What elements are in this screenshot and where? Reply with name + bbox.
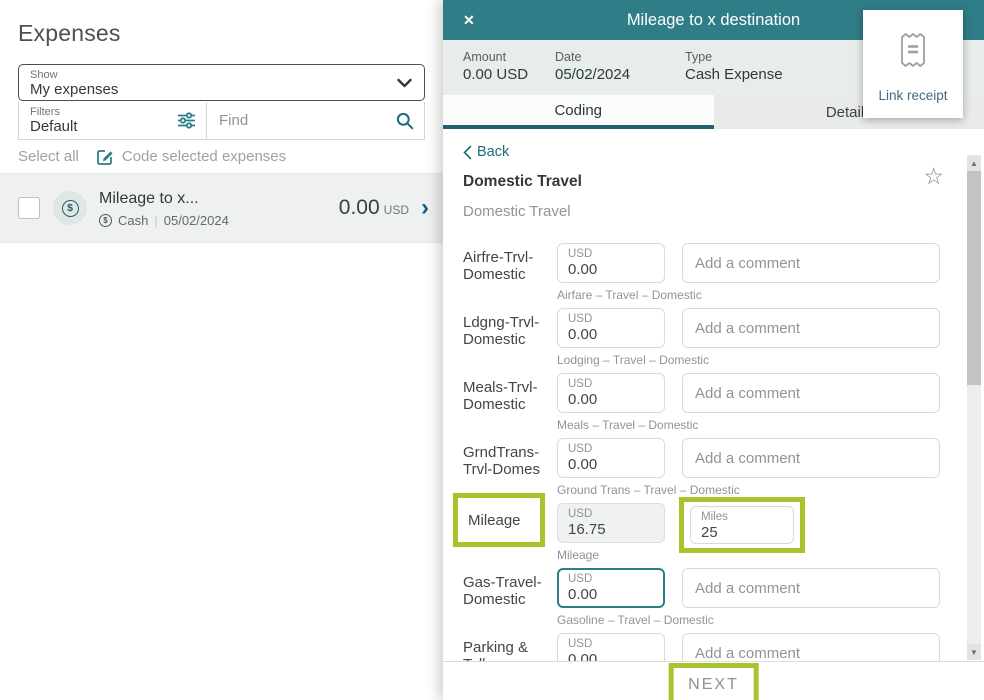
summary-type: Type Cash Expense	[685, 49, 783, 95]
back-label: Back	[477, 144, 509, 160]
amount-input-readonly: USD 16.75	[557, 503, 665, 543]
comment-input[interactable]	[682, 438, 940, 478]
category-title: Domestic Travel	[463, 173, 940, 193]
scrollbar-down-arrow[interactable]: ▼	[967, 644, 981, 660]
mileage-label-highlight: Mileage	[453, 493, 545, 547]
filters-value: Default	[30, 118, 176, 135]
show-dropdown-value: My expenses	[30, 81, 388, 98]
find-input[interactable]	[207, 102, 424, 139]
amount-input[interactable]: USD 0.00	[557, 243, 665, 283]
coding-panel: Back Domestic Travel Domestic Travel Air…	[443, 129, 984, 700]
amount-input-focused[interactable]: USD 0.00	[557, 568, 665, 608]
field-label: GrndTrans-Trvl-Domes	[463, 438, 557, 497]
expenses-panel: Expenses Show My expenses Filters Defaul…	[0, 0, 443, 700]
subtitle-separator: |	[154, 213, 157, 228]
filter-find-row: Filters Default	[18, 102, 425, 140]
app-window: Expenses Show My expenses Filters Defaul…	[0, 0, 984, 700]
miles-input-highlight: Miles 25	[679, 497, 805, 553]
expense-amount-currency: USD	[384, 203, 409, 217]
chevron-right-icon[interactable]: ›	[421, 198, 429, 218]
category-subtitle: Domestic Travel	[463, 203, 940, 223]
expense-date: 05/02/2024	[164, 213, 229, 228]
coding-row-airfare: Airfre-Trvl-Domestic USD 0.00 Airfare – …	[463, 243, 940, 298]
code-selected-link[interactable]: Code selected expenses	[122, 148, 286, 165]
cash-type-icon: $	[99, 214, 112, 227]
field-caption: Airfare – Travel – Domestic	[557, 288, 682, 302]
expense-amount-value: 0.00	[339, 196, 380, 219]
back-button[interactable]: Back	[463, 143, 523, 161]
drawer-title: Mileage to x destination	[627, 11, 800, 30]
field-caption: Lodging – Travel – Domestic	[557, 353, 682, 367]
filters-label: Filters	[30, 106, 176, 118]
expense-text: Mileage to x... $ Cash | 05/02/2024	[99, 189, 339, 228]
scrollbar[interactable]: ▲ ▼	[967, 155, 981, 660]
filter-sliders-icon	[177, 112, 196, 129]
show-dropdown-label: Show	[30, 69, 388, 81]
miles-input[interactable]: Miles 25	[690, 506, 794, 544]
amount-input[interactable]: USD 0.00	[557, 308, 665, 348]
favorite-star-icon[interactable]: ☆	[923, 165, 944, 187]
chevron-down-icon	[397, 78, 412, 88]
scrollbar-thumb[interactable]	[967, 171, 981, 385]
coding-row-ground-trans: GrndTrans-Trvl-Domes USD 0.00 Ground Tra…	[463, 438, 940, 493]
comment-input[interactable]	[682, 568, 940, 608]
expense-list-item[interactable]: $ Mileage to x... $ Cash | 05/02/2024 0.…	[0, 173, 443, 243]
comment-input[interactable]	[682, 308, 940, 348]
show-dropdown[interactable]: Show My expenses	[18, 64, 425, 101]
comment-input[interactable]	[682, 243, 940, 283]
find-cell	[207, 102, 424, 139]
field-label: Meals-Trvl-Domestic	[463, 373, 557, 432]
list-actions-row: Select all Code selected expenses	[18, 148, 286, 165]
link-receipt-button[interactable]: Link receipt	[863, 10, 963, 118]
expense-subtitle: $ Cash | 05/02/2024	[99, 213, 339, 228]
dollar-circle-icon: $	[62, 200, 79, 217]
field-label: Airfre-Trvl-Domestic	[463, 243, 557, 302]
summary-amount: Amount 0.00 USD	[463, 49, 555, 95]
expense-amount: 0.00 USD	[339, 196, 409, 220]
next-button-highlight: NEXT	[668, 663, 759, 700]
expense-payment-type: Cash	[118, 213, 148, 228]
link-receipt-label: Link receipt	[878, 88, 947, 103]
coding-row-gas: Gas-Travel-Domestic USD 0.00 Gasoline – …	[463, 568, 940, 623]
expense-checkbox[interactable]	[18, 197, 40, 219]
coding-row-meals: Meals-Trvl-Domestic USD 0.00 Meals – Tra…	[463, 373, 940, 428]
expense-title: Mileage to x...	[99, 189, 339, 209]
field-label: Ldgng-Trvl-Domestic	[463, 308, 557, 367]
field-caption: Mileage	[557, 548, 682, 562]
search-icon[interactable]	[396, 112, 414, 130]
field-label: Mileage	[468, 512, 521, 529]
field-caption: Ground Trans – Travel – Domestic	[557, 483, 682, 497]
next-button[interactable]: NEXT	[688, 676, 739, 694]
field-caption: Meals – Travel – Domestic	[557, 418, 682, 432]
receipt-icon	[897, 30, 929, 70]
amount-input[interactable]: USD 0.00	[557, 438, 665, 478]
coding-row-lodging: Ldgng-Trvl-Domestic USD 0.00 Lodging – T…	[463, 308, 940, 363]
coding-row-mileage: Mileage USD 16.75 Mileage Miles 25	[463, 503, 940, 558]
tab-coding[interactable]: Coding	[443, 95, 714, 129]
close-icon[interactable]: ✕	[463, 0, 475, 40]
summary-date: Date 05/02/2024	[555, 49, 685, 95]
drawer-footer: NEXT	[443, 661, 984, 700]
select-all-link[interactable]: Select all	[18, 148, 79, 165]
comment-input[interactable]	[682, 373, 940, 413]
field-caption: Gasoline – Travel – Domestic	[557, 613, 682, 627]
edit-icon	[97, 148, 114, 165]
amount-input[interactable]: USD 0.00	[557, 373, 665, 413]
scrollbar-up-arrow[interactable]: ▲	[967, 155, 981, 171]
page-title: Expenses	[18, 20, 443, 47]
filters-dropdown[interactable]: Filters Default	[19, 102, 207, 139]
cash-expense-icon: $	[53, 191, 87, 225]
field-label: Gas-Travel-Domestic	[463, 568, 557, 627]
